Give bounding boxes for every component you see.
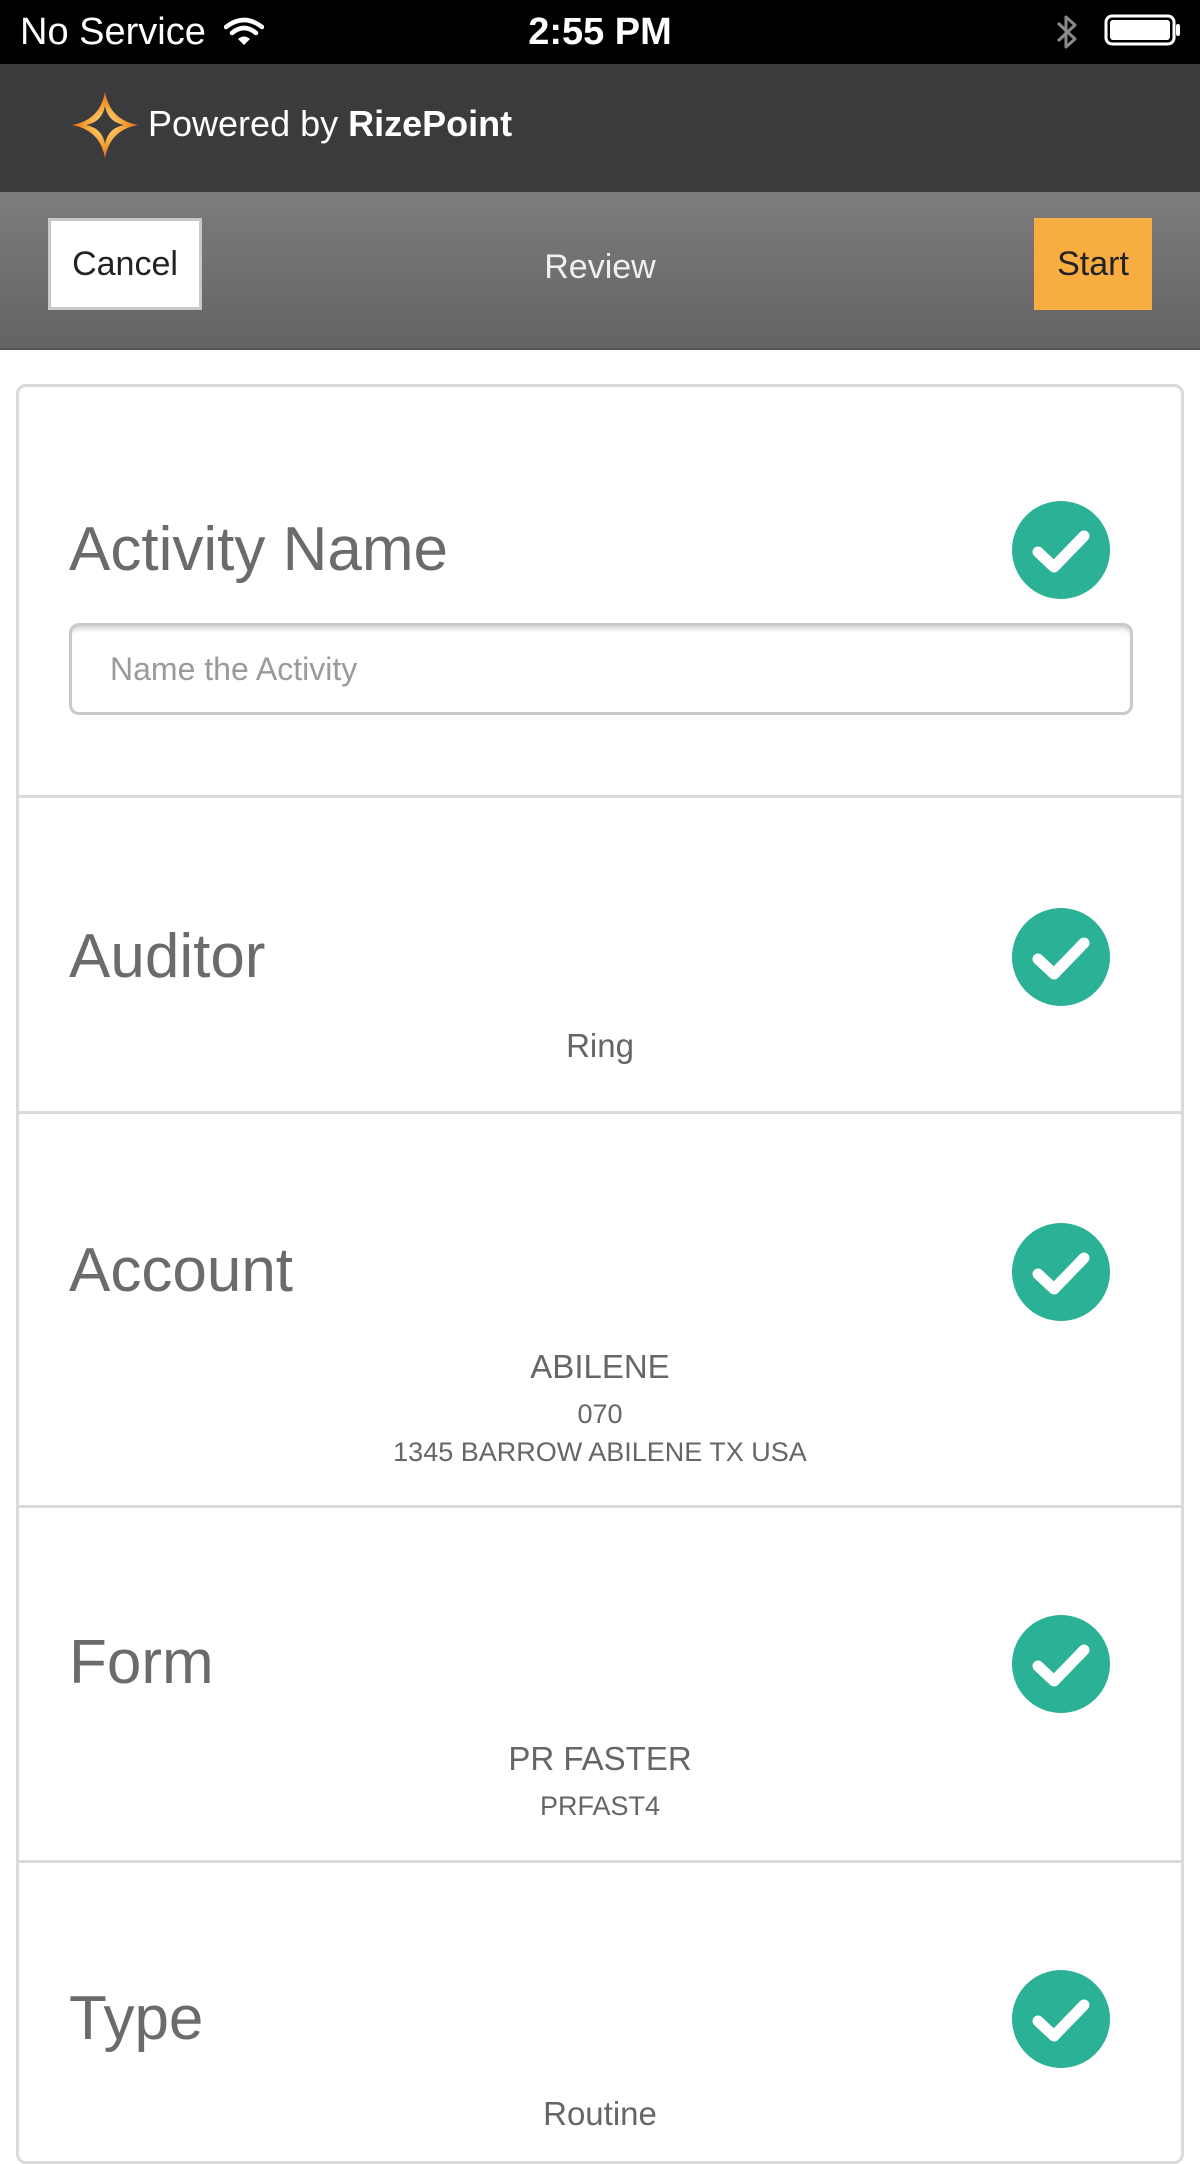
bluetooth-icon <box>1056 12 1078 52</box>
nav-bar: Cancel Review Start <box>0 192 1200 350</box>
form-code: PRFAST4 <box>539 1791 661 1821</box>
auditor-value: Ring <box>566 1027 634 1064</box>
check-circle-icon <box>1012 501 1110 599</box>
powered-by-label: Powered by <box>148 103 349 144</box>
check-circle-icon <box>1012 1223 1110 1321</box>
section-title: Auditor <box>69 922 266 991</box>
section-type: Type Routine <box>19 1863 1181 2161</box>
check-circle-icon <box>1012 1970 1110 2068</box>
section-activity-name: Activity Name <box>19 387 1181 798</box>
status-right <box>1056 0 1182 64</box>
section-title: Type <box>69 1984 204 2053</box>
section-title: Account <box>69 1236 294 1305</box>
section-account: Account ABILENE 070 1345 BARROW ABILENE … <box>19 1114 1181 1508</box>
status-bar: No Service 2:55 PM <box>0 0 1200 64</box>
page-title: Review <box>544 248 656 286</box>
check-circle-icon <box>1012 1615 1110 1713</box>
section-auditor: Auditor Ring <box>19 798 1181 1114</box>
battery-icon <box>1104 13 1182 52</box>
section-form: Form PR FASTER PRFAST4 <box>19 1508 1181 1863</box>
check-circle-icon <box>1012 908 1110 1006</box>
review-card: Activity Name Auditor Ring Account ABILE… <box>16 384 1184 2164</box>
activity-name-input[interactable] <box>69 623 1133 715</box>
brand-bar: Powered by RizePoint <box>0 64 1200 192</box>
brand-name: RizePoint <box>348 103 513 144</box>
account-address: 1345 BARROW ABILENE TX USA <box>393 1437 807 1467</box>
type-value: Routine <box>543 2095 657 2132</box>
account-number: 070 <box>577 1399 623 1429</box>
status-time: 2:55 PM <box>528 11 672 53</box>
section-title: Form <box>69 1628 214 1697</box>
brand-text: Powered by RizePoint <box>148 96 512 152</box>
form-name: PR FASTER <box>508 1740 692 1777</box>
account-name: ABILENE <box>530 1348 670 1385</box>
rizepoint-logo-icon <box>70 90 140 160</box>
section-title: Activity Name <box>69 515 448 584</box>
start-button[interactable]: Start <box>1034 218 1152 310</box>
